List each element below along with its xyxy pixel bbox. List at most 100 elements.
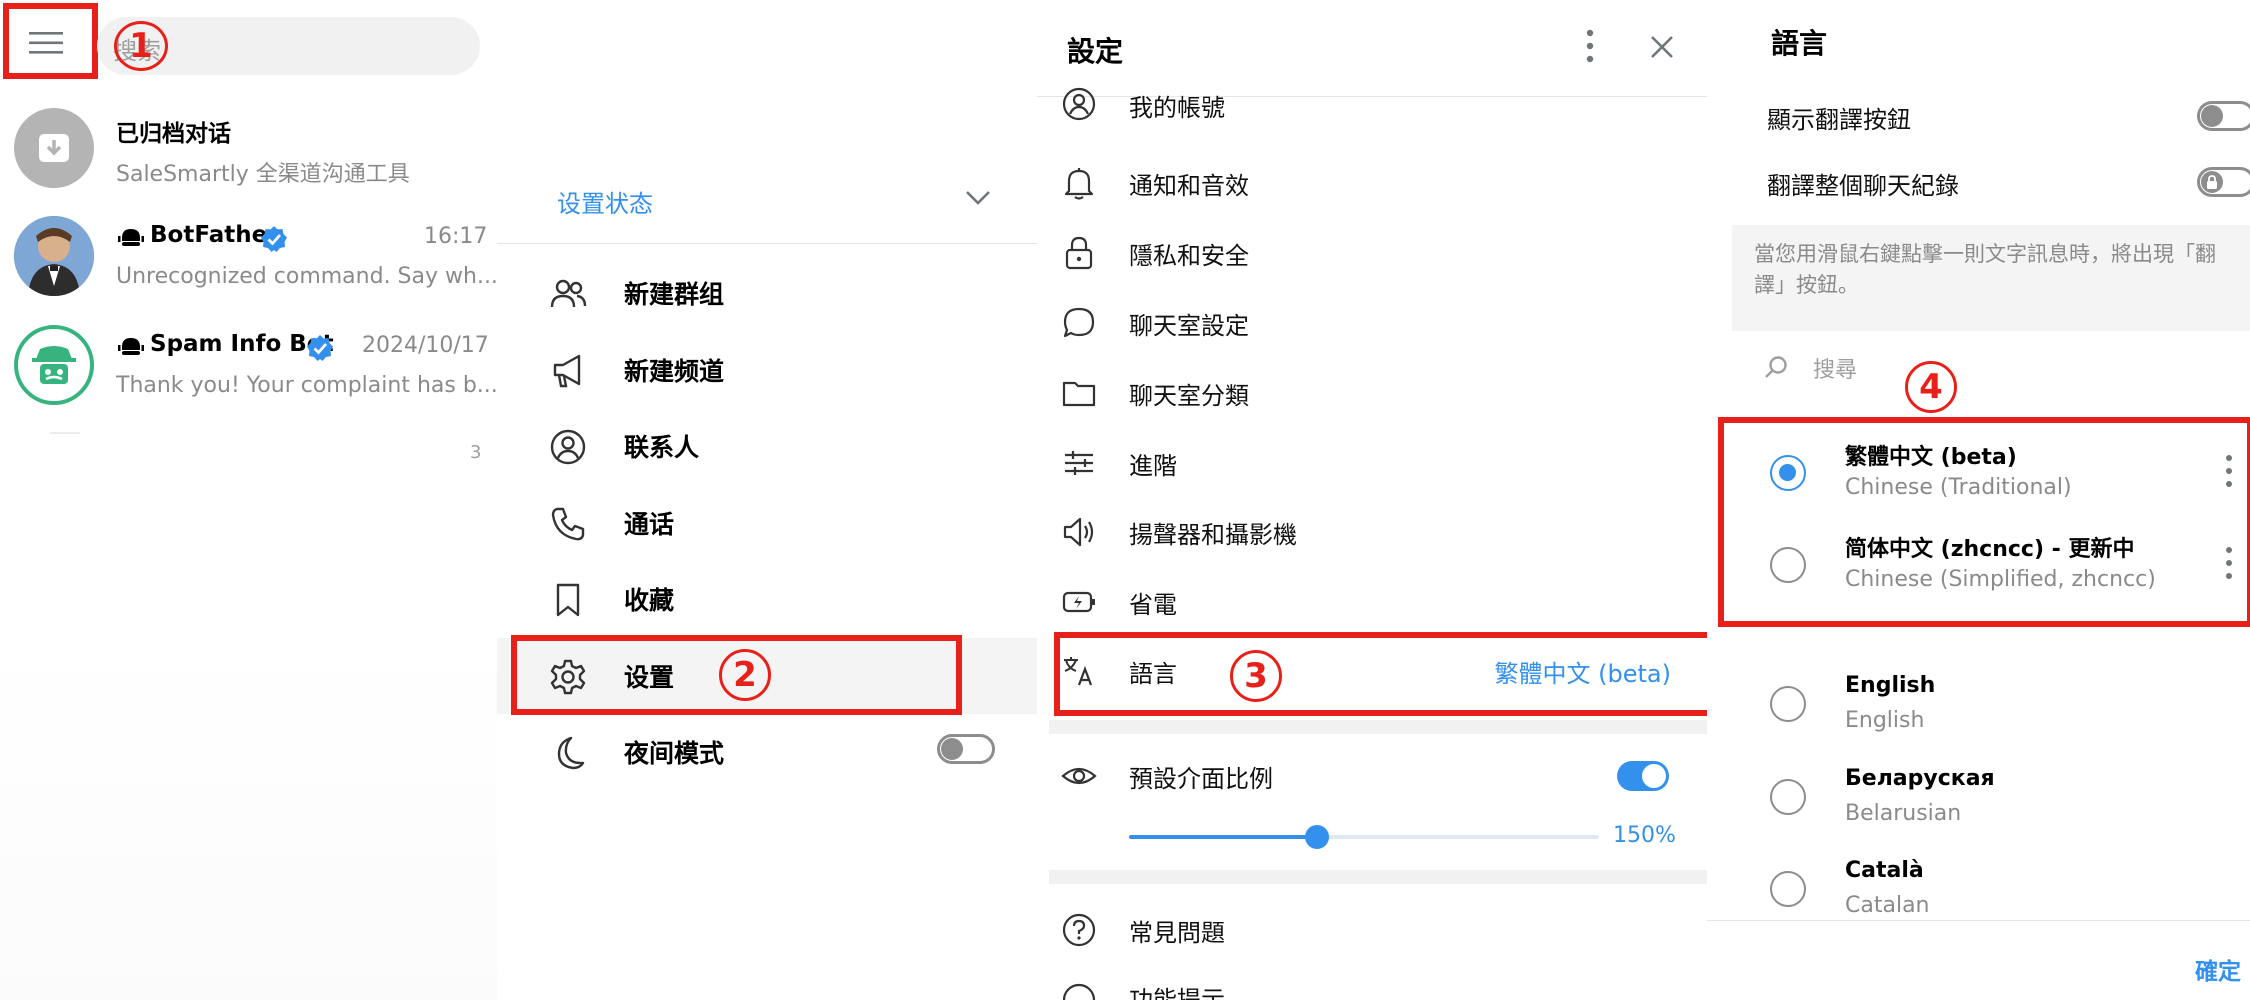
phone-icon (549, 505, 587, 543)
language-item[interactable]: Беларуская Belarusian (1707, 753, 2250, 845)
settings-item-label: 通知和音效 (1129, 172, 1249, 200)
chat-list-panel: 搜索 1 已归档对话 SaleSmartly 全渠道沟通工具 BotFather… (0, 0, 498, 1000)
settings-item-interface-scale[interactable]: 預設介面比例 (1037, 741, 1707, 811)
scale-toggle[interactable] (1617, 761, 1669, 791)
menu-item-calls[interactable]: 通话 (497, 485, 1037, 561)
toggle-knob (1642, 764, 1666, 788)
settings-item-label: 我的帳號 (1129, 94, 1225, 122)
scale-slider[interactable] (1129, 822, 1599, 852)
settings-item-folders[interactable]: 聊天室分類 (1037, 358, 1707, 428)
set-status-row[interactable]: 设置状态 (497, 160, 1037, 240)
language-radio[interactable] (1770, 779, 1806, 815)
menu-item-label: 新建频道 (624, 357, 725, 386)
menu-item-new-group[interactable]: 新建群组 (497, 255, 1037, 331)
translate-chat-toggle[interactable] (2197, 167, 2250, 197)
menu-item-label: 夜间模式 (624, 739, 725, 768)
language-native-name: English (1845, 708, 1925, 733)
confirm-button[interactable]: 確定 (2195, 952, 2241, 986)
slider-thumb[interactable] (1305, 825, 1329, 849)
menu-item-saved[interactable]: 收藏 (497, 561, 1037, 637)
avatar (14, 216, 94, 296)
chat-bubble-icon (1061, 305, 1097, 341)
new-group-icon (549, 275, 587, 313)
translate-chat-row[interactable]: 翻譯整個聊天紀錄 (1707, 156, 2250, 208)
close-icon[interactable] (1647, 32, 1677, 62)
annotation-number-4: 4 (1905, 361, 1957, 413)
menu-item-label: 新建群组 (624, 280, 725, 309)
settings-item-label: 聊天室設定 (1129, 312, 1249, 340)
menu-item-new-channel[interactable]: 新建频道 (497, 332, 1037, 408)
annotation-box-3 (1054, 632, 1741, 716)
language-radio[interactable] (1770, 871, 1806, 907)
translate-info-text: 當您用滑鼠右鍵點擊一則文字訊息時，將出現「翻譯」按鈕。 (1754, 242, 2216, 297)
settings-item-label: 隱私和安全 (1129, 242, 1249, 270)
show-translate-toggle[interactable] (2197, 101, 2250, 131)
settings-item-chat-settings[interactable]: 聊天室設定 (1037, 288, 1707, 358)
language-name: Беларуская (1845, 766, 1995, 791)
butler-avatar-icon (14, 216, 94, 296)
slider-fill (1129, 835, 1317, 839)
language-item[interactable]: English English (1707, 660, 2250, 752)
settings-item-label: 聊天室分類 (1129, 382, 1249, 410)
lock-icon (1061, 235, 1097, 271)
chat-time: 2024/10/17 (362, 333, 489, 358)
verified-icon (306, 334, 334, 362)
section-gap (1049, 870, 1707, 884)
menu-item-contacts[interactable]: 联系人 (497, 408, 1037, 484)
language-search[interactable]: 搜尋 (1707, 340, 2250, 396)
moon-icon (549, 734, 587, 772)
bookmark-icon (549, 581, 587, 619)
language-title: 語言 (1771, 27, 1828, 60)
settings-item-label: 進階 (1129, 452, 1177, 480)
settings-item-faq[interactable]: 常見問題 (1037, 895, 1707, 965)
battery-icon (1061, 584, 1097, 620)
chat-item-botfather[interactable]: BotFather 16:17 Unrecognized command. Sa… (0, 212, 498, 308)
panel-shadow (0, 640, 497, 1000)
chat-preview: Thank you! Your complaint has b... (116, 373, 498, 398)
chat-item-spam-info-bot[interactable]: Spam Info Bot 2024/10/17 Thank you! Your… (0, 321, 498, 417)
settings-item-power-saving[interactable]: 省電 (1037, 567, 1707, 637)
annotation-box-4 (1718, 417, 2250, 627)
settings-title: 設定 (1067, 35, 1124, 68)
language-item[interactable]: Català Catalan (1707, 845, 2250, 917)
megaphone-icon (549, 352, 587, 390)
translate-info: 當您用滑鼠右鍵點擊一則文字訊息時，將出現「翻譯」按鈕。 (1732, 225, 2250, 331)
show-translate-row[interactable]: 顯示翻譯按鈕 (1707, 90, 2250, 142)
menu-item-label: 联系人 (624, 433, 700, 462)
scale-value: 150% (1613, 823, 1676, 848)
settings-item-advanced[interactable]: 進階 (1037, 428, 1707, 498)
language-radio[interactable] (1770, 686, 1806, 722)
menu-divider (497, 243, 1037, 244)
night-mode-toggle[interactable] (937, 734, 995, 764)
language-name: Català (1845, 858, 1924, 883)
settings-item-label: 常見問題 (1129, 919, 1225, 947)
settings-item-privacy[interactable]: 隱私和安全 (1037, 218, 1707, 288)
verified-icon (260, 225, 288, 253)
language-native-name: Belarusian (1845, 801, 1962, 826)
settings-item-label: 揚聲器和攝影機 (1129, 521, 1297, 549)
stray-text: 3 (470, 442, 482, 463)
bot-icon (116, 335, 146, 359)
settings-item-speakers[interactable]: 揚聲器和攝影機 (1037, 497, 1707, 567)
speaker-icon (1061, 514, 1097, 550)
chat-item-archived[interactable]: 已归档对话 SaleSmartly 全渠道沟通工具 (0, 104, 497, 200)
menu-item-label: 收藏 (624, 586, 675, 615)
chevron-down-icon (963, 182, 993, 212)
chat-preview: Unrecognized command. Say wh... (116, 264, 498, 289)
set-status-label: 设置状态 (557, 190, 653, 218)
language-native-name: Catalan (1845, 893, 1930, 917)
language-search-input[interactable]: 搜尋 (1813, 352, 1857, 384)
bell-icon (1061, 165, 1097, 201)
lock-small-icon (2205, 174, 2219, 190)
more-vertical-icon[interactable] (1584, 28, 1596, 64)
toggle-knob (941, 738, 963, 760)
translate-chat-label: 翻譯整個聊天紀錄 (1767, 172, 1959, 200)
settings-item-account[interactable]: 我的帳號 (1037, 78, 1707, 134)
settings-item-notifications[interactable]: 通知和音效 (1037, 148, 1707, 218)
main-menu-panel: 设置状态 新建群组 新建频道 联系人 通话 收藏 设置 2 夜间模式 (497, 0, 1037, 1000)
annotation-number-2: 2 (719, 649, 771, 701)
menu-item-night-mode[interactable]: 夜间模式 (497, 714, 1037, 790)
toggle-knob (2201, 105, 2223, 127)
search-icon (1763, 355, 1789, 381)
settings-item-tips[interactable]: 功能提示 (1037, 966, 1707, 1000)
